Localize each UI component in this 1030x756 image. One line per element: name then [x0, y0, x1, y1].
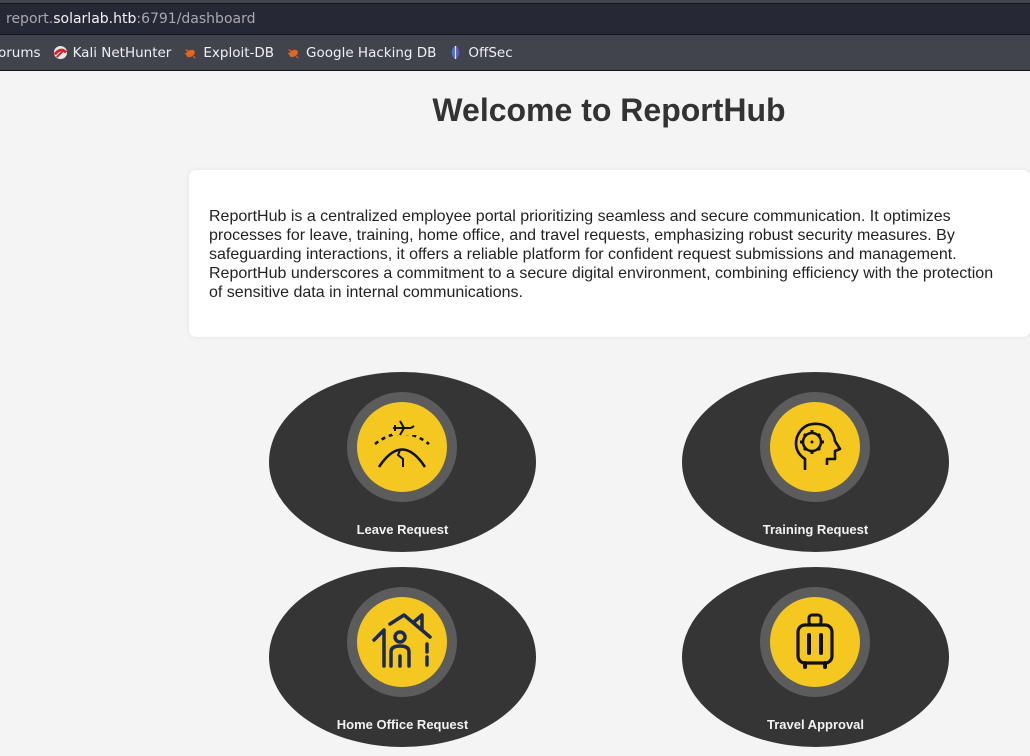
- icon-ring: [760, 587, 870, 697]
- bookmark-label: OffSec: [468, 44, 513, 61]
- offsec-icon: [452, 45, 460, 60]
- card-label: Home Office Request: [336, 717, 469, 732]
- training-request-card[interactable]: Training Request: [682, 372, 949, 552]
- kali-nethunter-icon: [53, 45, 67, 60]
- dashboard-page: Welcome to ReportHub ReportHub is a cent…: [0, 71, 1030, 756]
- bookmark-exploit-db[interactable]: Exploit-DB: [183, 45, 274, 61]
- card-label: Training Request: [762, 522, 869, 537]
- icon-ring: [347, 587, 457, 697]
- ghdb-icon: [287, 49, 299, 59]
- travel-approval-card[interactable]: Travel Approval: [682, 567, 949, 747]
- bookmarks-bar: orums Kali NetHunter Exploit-DB Google H…: [0, 35, 1030, 71]
- airplane-globe-icon: [374, 420, 430, 468]
- card-label: Travel Approval: [766, 717, 865, 732]
- page-title: Welcome to ReportHub: [432, 92, 786, 128]
- leave-request-card[interactable]: Leave Request: [269, 372, 536, 552]
- bookmark-offsec[interactable]: OffSec: [448, 44, 513, 61]
- bookmark-label: orums: [0, 44, 41, 61]
- intro-panel: ReportHub is a centralized employee port…: [189, 170, 1030, 337]
- exploit-db-icon: [185, 49, 196, 59]
- home-office-request-card[interactable]: Home Office Request: [269, 567, 536, 747]
- bookmark-label: Google Hacking DB: [306, 44, 437, 61]
- head-gear-icon: [794, 422, 842, 470]
- url-host: solarlab.htb: [53, 11, 137, 27]
- intro-text: ReportHub is a centralized employee port…: [209, 208, 994, 301]
- bookmark-label: Kali NetHunter: [72, 44, 172, 61]
- icon-ring: [760, 392, 870, 502]
- home-person-icon: [372, 613, 432, 668]
- card-label: Leave Request: [356, 522, 449, 537]
- url-prefix: report.: [6, 11, 54, 27]
- bookmark-kali-nethunter[interactable]: Kali NetHunter: [53, 44, 172, 61]
- url-suffix: :6791/dashboard: [136, 11, 256, 27]
- address-bar[interactable]: report. solarlab.htb:6791/dashboard: [0, 3, 1030, 35]
- bookmark-forums[interactable]: orums: [0, 45, 41, 61]
- bookmark-ghdb[interactable]: Google Hacking DB: [286, 45, 436, 61]
- icon-ring: [347, 392, 457, 502]
- luggage-icon: [796, 613, 834, 669]
- bookmark-label: Exploit-DB: [203, 44, 275, 61]
